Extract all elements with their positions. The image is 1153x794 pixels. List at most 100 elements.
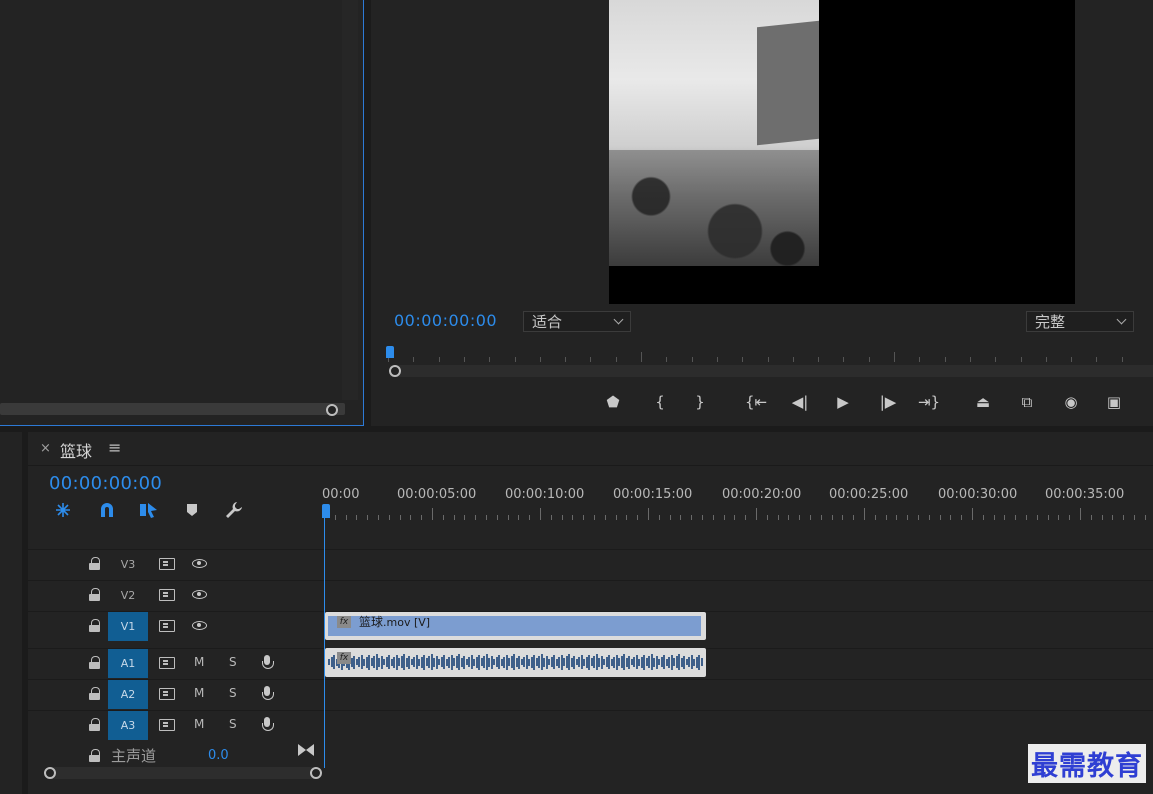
audio-clip[interactable] bbox=[325, 648, 706, 677]
mark-out-button[interactable]: } bbox=[686, 390, 714, 414]
monitor-zoom-handle[interactable] bbox=[389, 365, 401, 377]
lock-icon[interactable] bbox=[89, 687, 100, 700]
timeline-zoom-handle-right[interactable] bbox=[310, 767, 322, 779]
playback-resolution-dropdown[interactable]: 完整 bbox=[1026, 311, 1134, 332]
fit-zoom-value: 适合 bbox=[532, 313, 563, 331]
snap-icon[interactable] bbox=[96, 500, 118, 520]
go-to-out-button[interactable]: ⇥} bbox=[915, 390, 943, 414]
eye-icon[interactable] bbox=[192, 590, 207, 599]
track-target-toggle[interactable]: A1 bbox=[108, 649, 148, 678]
fx-badge-icon: fx bbox=[337, 616, 351, 628]
audio-waveform bbox=[328, 652, 703, 673]
project-panel-zoom-handle[interactable] bbox=[326, 404, 338, 416]
master-volume-value[interactable]: 0.0 bbox=[208, 748, 229, 763]
lock-icon[interactable] bbox=[89, 619, 100, 632]
step-forward-button[interactable]: |▶ bbox=[874, 390, 902, 414]
sequence-tab-title[interactable]: 篮球 bbox=[60, 438, 92, 462]
ruler-label: 00:00:15:00 bbox=[613, 487, 693, 502]
microphone-icon[interactable] bbox=[262, 655, 274, 673]
microphone-icon[interactable] bbox=[262, 717, 274, 735]
extract-button[interactable]: ⧉ bbox=[1013, 390, 1041, 414]
add-marker-icon[interactable] bbox=[181, 500, 203, 520]
chevron-down-icon bbox=[613, 314, 624, 325]
sync-lock-icon[interactable] bbox=[159, 620, 175, 632]
track-target-toggle[interactable]: A3 bbox=[108, 711, 148, 740]
nest-icon[interactable] bbox=[52, 500, 74, 520]
solo-button[interactable]: S bbox=[229, 717, 237, 731]
track-target-toggle[interactable]: V3 bbox=[108, 550, 148, 579]
eye-icon[interactable] bbox=[192, 559, 207, 568]
eye-icon[interactable] bbox=[192, 621, 207, 630]
ruler-label: 00:00:35:00 bbox=[1045, 487, 1125, 502]
track-header: A2 M S bbox=[28, 680, 324, 709]
waveform-bar bbox=[700, 658, 703, 666]
add-marker-button[interactable]: ⬟ bbox=[599, 390, 627, 414]
sync-lock-icon[interactable] bbox=[159, 558, 175, 570]
timeline-time-ruler[interactable] bbox=[324, 505, 1153, 520]
timeline-zoom-handle-left[interactable] bbox=[44, 767, 56, 779]
sync-lock-icon[interactable] bbox=[159, 719, 175, 731]
lock-icon[interactable] bbox=[89, 557, 100, 570]
track-header: V3 bbox=[28, 550, 324, 579]
solo-button[interactable]: S bbox=[229, 655, 237, 669]
mute-button[interactable]: M bbox=[194, 686, 204, 700]
linked-selection-icon[interactable] bbox=[137, 500, 159, 520]
track-lane[interactable] bbox=[324, 581, 1153, 610]
export-frame-button[interactable]: ◉ bbox=[1057, 390, 1085, 414]
track-target-toggle[interactable]: A2 bbox=[108, 680, 148, 709]
step-back-button[interactable]: ◀| bbox=[786, 390, 814, 414]
settings-wrench-icon[interactable] bbox=[223, 500, 245, 520]
lift-button[interactable]: ⏏ bbox=[969, 390, 997, 414]
video-track-row: V2 bbox=[28, 580, 1153, 610]
timeline-timecode[interactable]: 00:00:00:00 bbox=[49, 473, 162, 494]
ruler-label: 00:00:25:00 bbox=[829, 487, 909, 502]
ruler-label: 00:00:20:00 bbox=[722, 487, 802, 502]
lock-icon[interactable] bbox=[89, 588, 100, 601]
lock-icon[interactable] bbox=[89, 656, 100, 669]
solo-button[interactable]: S bbox=[229, 686, 237, 700]
track-lane[interactable] bbox=[324, 680, 1153, 709]
track-header: A3 M S bbox=[28, 711, 324, 740]
mark-in-button[interactable]: { bbox=[646, 390, 674, 414]
master-track-row bbox=[28, 742, 324, 766]
monitor-timecode[interactable]: 00:00:00:00 bbox=[394, 311, 497, 330]
lock-icon[interactable] bbox=[89, 749, 100, 762]
go-to-in-button[interactable]: {⇤ bbox=[742, 390, 770, 414]
track-header: V2 bbox=[28, 581, 324, 610]
project-panel-vscroll[interactable] bbox=[342, 0, 358, 400]
track-lane[interactable] bbox=[324, 550, 1153, 579]
track-header: A1 M S bbox=[28, 649, 324, 678]
track-target-toggle[interactable]: V1 bbox=[108, 612, 148, 641]
monitor-time-ruler[interactable] bbox=[388, 346, 1153, 362]
ruler-label: 00:00 bbox=[322, 487, 360, 502]
tools-panel bbox=[0, 432, 22, 794]
track-lane[interactable] bbox=[324, 711, 1153, 740]
premiere-workspace: 00:00:00:00 适合 完整 ⬟{} {⇤ ◀| ▶ |▶ ⇥} ⏏ ⧉ ◉ ▣ × 篮球 … bbox=[0, 0, 1153, 794]
audio-in-out-icon[interactable] bbox=[298, 744, 314, 756]
timeline-playhead[interactable] bbox=[322, 504, 330, 518]
play-button[interactable]: ▶ bbox=[829, 390, 857, 414]
fit-zoom-dropdown[interactable]: 适合 bbox=[523, 311, 631, 332]
monitor-zoom-scrollbar[interactable] bbox=[390, 365, 1153, 377]
monitor-playhead[interactable] bbox=[386, 346, 394, 358]
sync-lock-icon[interactable] bbox=[159, 688, 175, 700]
video-frame-image bbox=[609, 0, 819, 266]
lock-icon[interactable] bbox=[89, 718, 100, 731]
master-track-label: 主声道 bbox=[111, 747, 157, 765]
clip-name: 篮球 bbox=[359, 615, 384, 629]
video-clip-label: 篮球.mov [V] bbox=[359, 613, 430, 630]
sync-lock-icon[interactable] bbox=[159, 657, 175, 669]
compare-view-button[interactable]: ▣ bbox=[1100, 390, 1128, 414]
chevron-down-icon bbox=[1116, 314, 1127, 325]
microphone-icon[interactable] bbox=[262, 686, 274, 704]
close-tab-icon[interactable]: × bbox=[40, 441, 51, 456]
audio-track-row: A2 M S bbox=[28, 679, 1153, 709]
timeline-tab-bar bbox=[28, 432, 1153, 466]
timeline-zoom-scrollbar[interactable] bbox=[50, 767, 316, 779]
sync-lock-icon[interactable] bbox=[159, 589, 175, 601]
track-target-toggle[interactable]: V2 bbox=[108, 581, 148, 610]
mute-button[interactable]: M bbox=[194, 655, 204, 669]
panel-menu-icon[interactable]: ≡ bbox=[108, 438, 121, 457]
project-panel-scrollbar[interactable] bbox=[0, 403, 345, 415]
mute-button[interactable]: M bbox=[194, 717, 204, 731]
